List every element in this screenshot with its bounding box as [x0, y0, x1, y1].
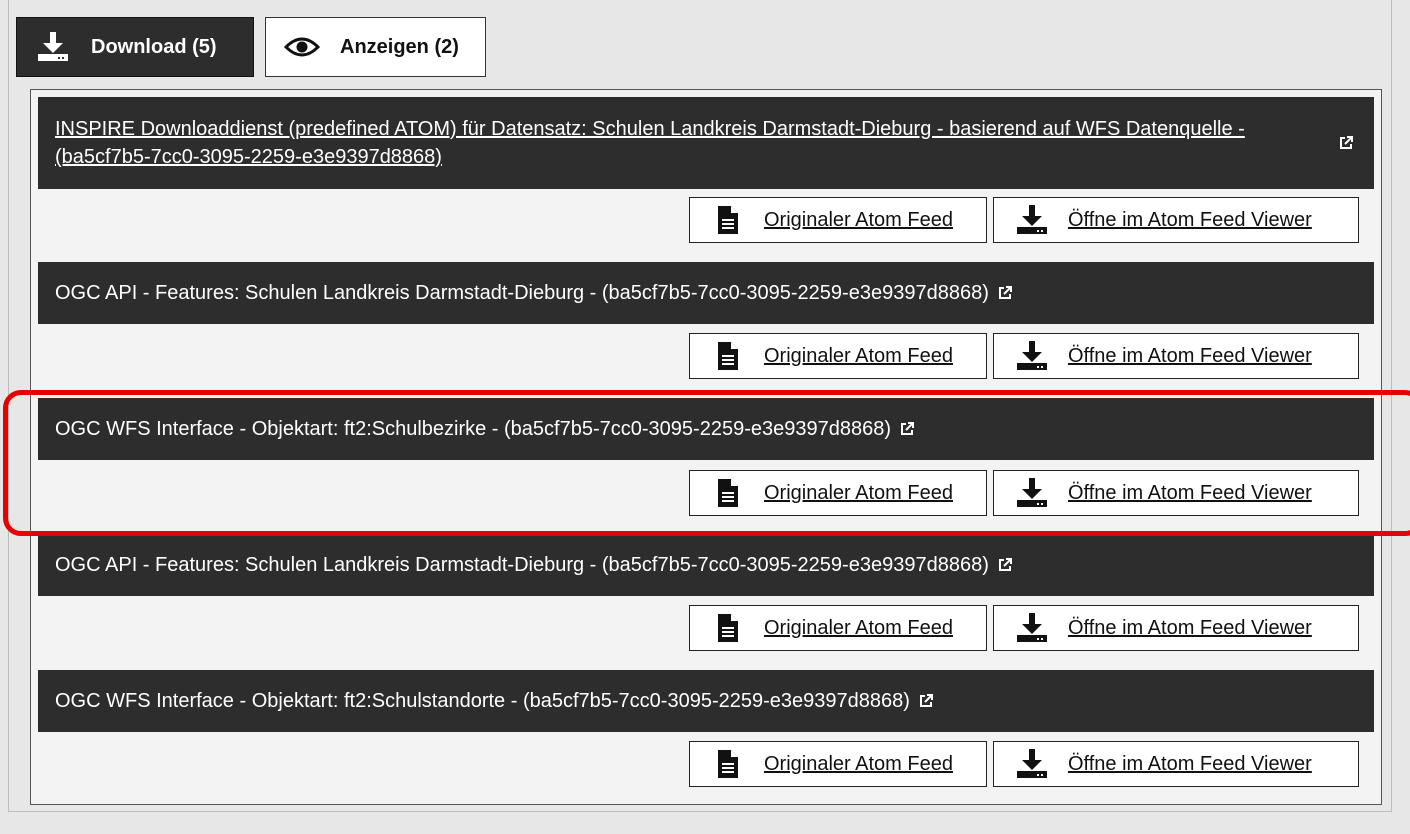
original-atom-feed-button[interactable]: Originaler Atom Feed [689, 197, 987, 243]
eye-icon [282, 30, 322, 64]
original-atom-feed-label: Originaler Atom Feed [764, 481, 953, 504]
download-icon [1014, 205, 1050, 235]
external-link-icon[interactable] [899, 421, 915, 437]
tab-download-label: Download (5) [91, 35, 217, 58]
tab-anzeigen[interactable]: Anzeigen (2) [265, 17, 486, 77]
external-link-icon[interactable] [1338, 135, 1354, 151]
entry-title-link[interactable]: INSPIRE Downloaddienst (predefined ATOM)… [55, 115, 1330, 171]
external-link-icon[interactable] [997, 557, 1013, 573]
download-icon [1014, 749, 1050, 779]
external-link-icon[interactable] [997, 285, 1013, 301]
file-text-icon [710, 205, 746, 235]
tab-download[interactable]: Download (5) [16, 17, 254, 77]
original-atom-feed-label: Originaler Atom Feed [764, 616, 953, 639]
open-atom-feed-viewer-label: Öffne im Atom Feed Viewer [1068, 481, 1312, 504]
original-atom-feed-button[interactable]: Originaler Atom Feed [689, 333, 987, 379]
entry-header: OGC API - Features: Schulen Landkreis Da… [38, 534, 1374, 596]
entry-header: OGC WFS Interface - Objektart: ft2:Schul… [38, 670, 1374, 732]
open-atom-feed-viewer-label: Öffne im Atom Feed Viewer [1068, 616, 1312, 639]
entry-header: OGC WFS Interface - Objektart: ft2:Schul… [38, 398, 1374, 460]
entry-title: OGC WFS Interface - Objektart: ft2:Schul… [55, 690, 910, 712]
original-atom-feed-button[interactable]: Originaler Atom Feed [689, 605, 987, 651]
entry-header: OGC API - Features: Schulen Landkreis Da… [38, 262, 1374, 324]
original-atom-feed-label: Originaler Atom Feed [764, 344, 953, 367]
open-atom-feed-viewer-label: Öffne im Atom Feed Viewer [1068, 344, 1312, 367]
open-atom-feed-viewer-button[interactable]: Öffne im Atom Feed Viewer [993, 605, 1359, 651]
open-atom-feed-viewer-label: Öffne im Atom Feed Viewer [1068, 208, 1312, 231]
file-text-icon [710, 478, 746, 508]
file-text-icon [710, 749, 746, 779]
download-icon [1014, 613, 1050, 643]
open-atom-feed-viewer-button[interactable]: Öffne im Atom Feed Viewer [993, 333, 1359, 379]
open-atom-feed-viewer-label: Öffne im Atom Feed Viewer [1068, 752, 1312, 775]
tab-anzeigen-label: Anzeigen (2) [340, 35, 459, 58]
file-text-icon [710, 341, 746, 371]
file-text-icon [710, 613, 746, 643]
download-icon [33, 30, 73, 64]
entry-title: OGC API - Features: Schulen Landkreis Da… [55, 554, 989, 576]
original-atom-feed-button[interactable]: Originaler Atom Feed [689, 741, 987, 787]
original-atom-feed-button[interactable]: Originaler Atom Feed [689, 470, 987, 516]
entry-title: OGC WFS Interface - Objektart: ft2:Schul… [55, 418, 891, 440]
external-link-icon[interactable] [918, 693, 934, 709]
open-atom-feed-viewer-button[interactable]: Öffne im Atom Feed Viewer [993, 197, 1359, 243]
entry-title: OGC API - Features: Schulen Landkreis Da… [55, 282, 989, 304]
entry-header: INSPIRE Downloaddienst (predefined ATOM)… [38, 97, 1374, 189]
download-icon [1014, 341, 1050, 371]
open-atom-feed-viewer-button[interactable]: Öffne im Atom Feed Viewer [993, 470, 1359, 516]
original-atom-feed-label: Originaler Atom Feed [764, 752, 953, 775]
open-atom-feed-viewer-button[interactable]: Öffne im Atom Feed Viewer [993, 741, 1359, 787]
download-icon [1014, 478, 1050, 508]
original-atom-feed-label: Originaler Atom Feed [764, 208, 953, 231]
